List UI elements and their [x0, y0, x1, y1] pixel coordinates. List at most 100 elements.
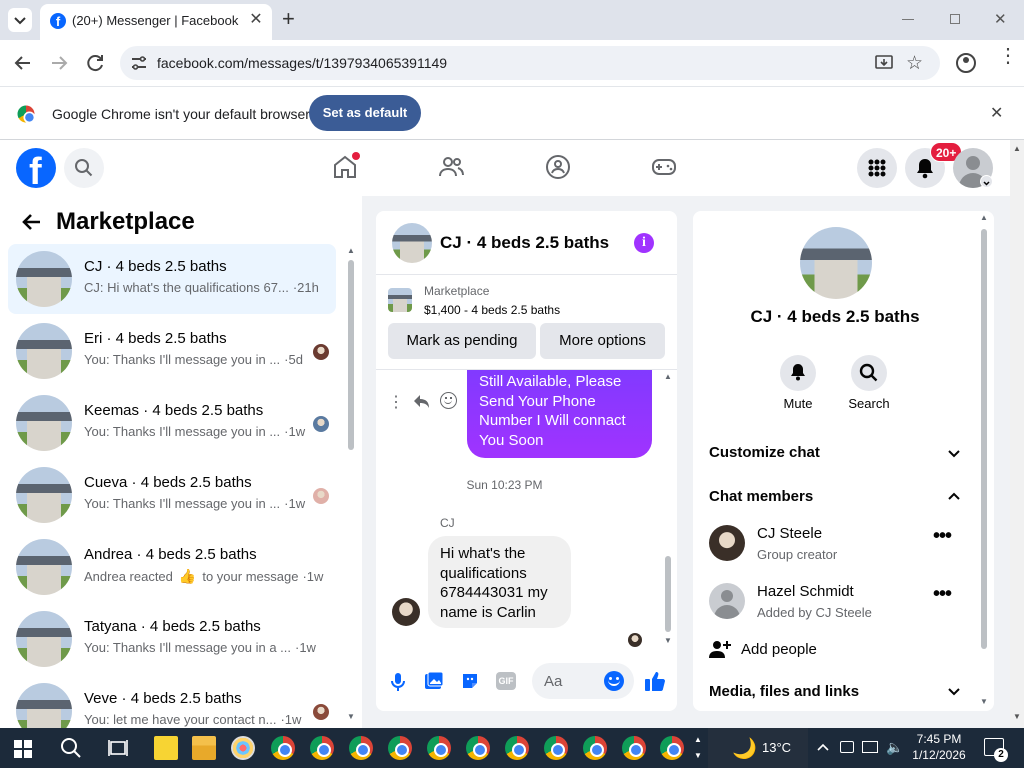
close-infobar-icon[interactable]: ✕ [990, 103, 1003, 123]
profile-icon[interactable] [956, 53, 976, 73]
back-arrow-icon[interactable] [12, 52, 34, 74]
chrome-taskbar-icon[interactable] [622, 736, 646, 760]
page-scrollbar[interactable]: ▲ ▼ [1010, 140, 1024, 728]
photo-icon[interactable] [424, 671, 444, 691]
new-tab-button[interactable]: + [282, 8, 302, 32]
conversation-item[interactable]: Keemas · 4 beds 2.5 baths You: Thanks I'l… [8, 388, 336, 458]
menu-grid-button[interactable] [857, 148, 897, 188]
chrome-taskbar-icon[interactable] [660, 736, 684, 760]
close-window-button[interactable]: ✕ [994, 10, 1007, 28]
search-conversation-button[interactable] [851, 355, 887, 391]
back-arrow-button[interactable] [20, 210, 44, 234]
add-people-row[interactable]: Add people [701, 631, 969, 667]
network-icon[interactable] [862, 741, 878, 753]
media-files-row[interactable]: Media, files and links [701, 673, 969, 711]
groups-nav-icon[interactable] [545, 154, 571, 180]
member-row[interactable]: CJ Steele Group creator ••• [701, 519, 969, 577]
more-options-button[interactable]: More options [540, 323, 665, 359]
forward-arrow-icon[interactable] [48, 52, 70, 74]
chat-members-row[interactable]: Chat members [701, 475, 969, 519]
install-app-icon[interactable] [874, 54, 894, 72]
conversation-list-scrollbar[interactable]: ▲ ▼ [346, 246, 356, 722]
facebook-favicon-icon: f [50, 13, 66, 29]
thumbs-up-icon[interactable] [644, 670, 666, 692]
reply-icon[interactable] [412, 392, 430, 410]
home-nav-icon[interactable] [332, 152, 360, 180]
conversation-title: Eri · 4 beds 2.5 baths [84, 330, 227, 347]
microphone-icon[interactable] [390, 672, 406, 692]
chat-title[interactable]: CJ · 4 beds 2.5 baths [440, 233, 609, 253]
conversation-item[interactable]: Andrea · 4 beds 2.5 baths Andrea reacted 👍… [8, 532, 336, 602]
chrome-taskbar-icon[interactable] [388, 736, 412, 760]
listing-card[interactable]: Marketplace $1,400 - 4 beds 2.5 baths [376, 276, 677, 320]
conversation-info-button[interactable]: i [634, 233, 654, 253]
conversation-time: ·1w [295, 640, 316, 655]
thumbs-up-emoji-icon: 👍 [178, 568, 197, 584]
reload-icon[interactable] [84, 52, 106, 74]
clock[interactable]: 7:45 PM 1/12/2026 [904, 731, 974, 765]
sent-message-bubble[interactable]: Still Available, Please Send Your Phone … [467, 370, 652, 458]
weather-widget[interactable]: 🌙 13°C [708, 728, 808, 768]
taskbar-search-icon[interactable] [60, 737, 82, 759]
chat-header-avatar[interactable] [392, 223, 432, 263]
tab-close-icon[interactable]: ✕ [248, 12, 264, 28]
conversation-item[interactable]: CJ · 4 beds 2.5 baths CJ: Hi what's the q… [8, 244, 336, 314]
minimize-window-button[interactable] [902, 19, 914, 20]
chrome-taskbar-icon[interactable] [427, 736, 451, 760]
chrome-taskbar-icon[interactable] [583, 736, 607, 760]
address-bar[interactable]: facebook.com/messages/t/1397934065391149… [120, 46, 940, 80]
details-scrollbar[interactable]: ▲ ▼ [979, 211, 989, 711]
chrome-taskbar-icon[interactable] [349, 736, 373, 760]
sender-avatar[interactable] [392, 598, 420, 626]
message-input[interactable]: Aa [532, 663, 634, 699]
friends-nav-icon[interactable] [438, 154, 464, 180]
set-as-default-button[interactable]: Set as default [309, 95, 421, 131]
thread-scrollbar[interactable]: ▲ ▼ [663, 370, 673, 651]
grid-icon [868, 159, 886, 177]
system-tray-chevron-icon[interactable] [816, 740, 830, 754]
browser-tab-messenger[interactable]: f (20+) Messenger | Facebook ✕ [40, 4, 272, 40]
gaming-nav-icon[interactable] [651, 154, 677, 180]
taskbar-overflow-arrows[interactable]: ▲ ▼ [694, 732, 702, 764]
member-options-icon[interactable]: ••• [933, 525, 952, 548]
account-chevron-icon[interactable] [980, 175, 993, 188]
details-avatar[interactable] [800, 227, 872, 299]
chrome-taskbar-icon[interactable] [505, 736, 529, 760]
task-view-icon[interactable] [108, 738, 128, 758]
sticky-notes-icon[interactable] [154, 736, 178, 760]
emoji-picker-icon[interactable] [604, 671, 624, 691]
conversation-item[interactable]: Tatyana · 4 beds 2.5 baths You: Thanks I'… [8, 604, 336, 674]
volume-icon[interactable]: 🔈 [886, 739, 903, 756]
mark-as-pending-button[interactable]: Mark as pending [388, 323, 536, 359]
paint-icon[interactable] [231, 736, 255, 760]
mute-button[interactable] [780, 355, 816, 391]
file-explorer-icon[interactable] [192, 736, 216, 760]
listing-price: $1,400 - 4 beds 2.5 baths [424, 303, 561, 317]
browser-menu-icon[interactable]: ⋮ [998, 46, 1018, 66]
react-emoji-icon[interactable] [440, 392, 457, 409]
restore-window-button[interactable] [950, 14, 960, 24]
member-options-icon[interactable]: ••• [933, 583, 952, 606]
member-row[interactable]: Hazel Schmidt Added by CJ Steele ••• [701, 577, 969, 635]
sticker-icon[interactable] [460, 671, 480, 691]
facebook-logo-icon[interactable]: f [16, 148, 56, 188]
tab-search-button[interactable] [8, 8, 32, 32]
conversation-item[interactable]: Cueva · 4 beds 2.5 baths You: Thanks I'll… [8, 460, 336, 530]
chrome-taskbar-icon[interactable] [271, 736, 295, 760]
received-message-bubble[interactable]: Hi what's the qualifications 6784443031 … [428, 536, 571, 628]
bookmark-star-icon[interactable]: ☆ [906, 52, 923, 75]
gif-icon[interactable]: GIF [496, 672, 516, 690]
conversation-item[interactable]: Eri · 4 beds 2.5 baths You: Thanks I'll m… [8, 316, 336, 386]
search-facebook-button[interactable] [64, 148, 104, 188]
chrome-taskbar-icon[interactable] [466, 736, 490, 760]
start-button-icon[interactable] [14, 740, 32, 758]
customize-chat-row[interactable]: Customize chat [701, 431, 969, 475]
chrome-taskbar-icon[interactable] [544, 736, 568, 760]
site-info-icon[interactable] [130, 55, 148, 71]
member-role: Group creator [757, 547, 838, 562]
meet-now-icon[interactable] [840, 741, 854, 753]
conversation-item[interactable]: Veve · 4 beds 2.5 baths You: let me have … [8, 676, 336, 728]
chrome-taskbar-icon[interactable] [310, 736, 334, 760]
message-more-icon[interactable]: ⋮ [388, 392, 404, 412]
conversation-snippet-text: You: Thanks I'll message you in ... [84, 352, 281, 367]
